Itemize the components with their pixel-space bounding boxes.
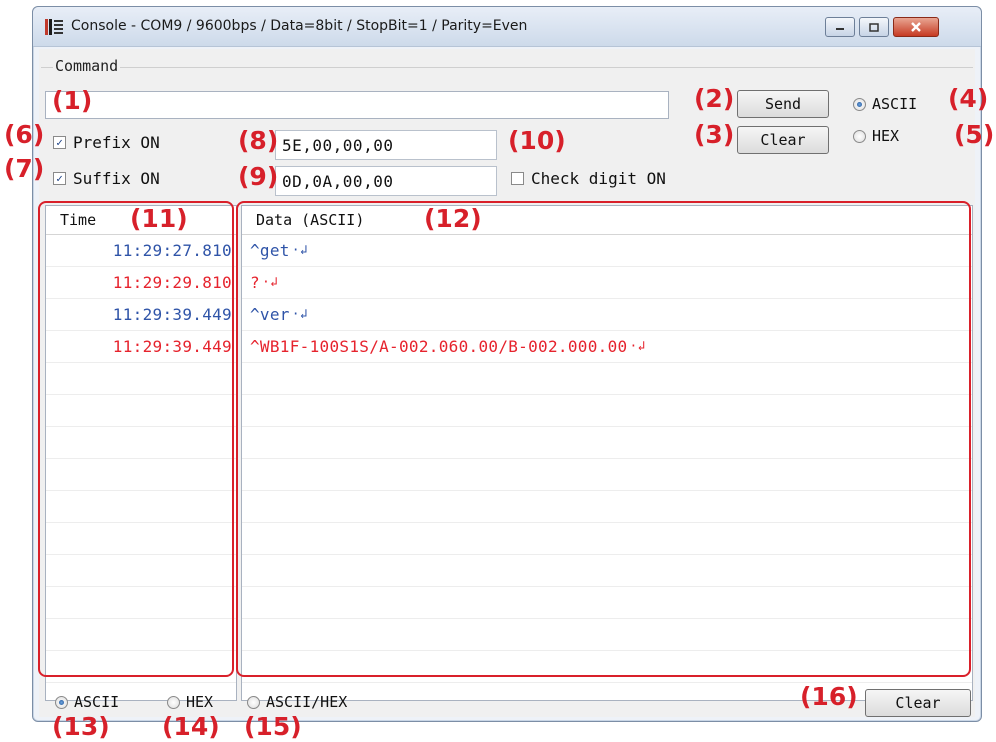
display-mode-ascii-hex-label: ASCII/HEX	[266, 693, 348, 711]
radio-unselected-icon	[247, 695, 260, 709]
annotation-4: (4)	[948, 84, 989, 113]
annotation-1: (1)	[52, 86, 93, 115]
check-digit-checkbox[interactable]: Check digit ON	[511, 169, 666, 188]
checkbox-checked-icon: ✓	[53, 172, 66, 185]
command-mode-ascii-radio[interactable]: ASCII	[853, 95, 917, 113]
display-mode-ascii-radio[interactable]: ASCII	[55, 693, 119, 711]
command-group-border	[41, 67, 973, 68]
suffix-checkbox[interactable]: ✓ Suffix ON	[53, 169, 160, 188]
maximize-icon	[869, 22, 879, 32]
display-mode-hex-label: HEX	[186, 693, 214, 711]
annotation-13: (13)	[52, 712, 110, 741]
annotation-3: (3)	[694, 120, 735, 149]
close-icon	[911, 22, 921, 32]
data-list-highlight	[236, 201, 971, 677]
annotation-16: (16)	[800, 682, 858, 711]
prefix-checkbox[interactable]: ✓ Prefix ON	[53, 133, 160, 152]
command-clear-button[interactable]: Clear	[737, 126, 829, 154]
command-group-label: Command	[53, 57, 121, 75]
annotation-6: (6)	[4, 120, 45, 149]
annotation-14: (14)	[162, 712, 220, 741]
display-mode-hex-radio[interactable]: HEX	[167, 693, 213, 711]
close-button[interactable]	[893, 17, 939, 37]
radio-selected-icon	[55, 695, 68, 709]
annotation-8: (8)	[238, 126, 279, 155]
command-input[interactable]	[45, 91, 669, 119]
annotation-2: (2)	[694, 84, 735, 113]
display-mode-ascii-label: ASCII	[74, 693, 120, 711]
maximize-button[interactable]	[859, 17, 889, 37]
command-mode-hex-label: HEX	[872, 127, 900, 145]
check-digit-label: Check digit ON	[531, 169, 666, 188]
annotation-7: (7)	[4, 154, 45, 183]
send-button[interactable]: Send	[737, 90, 829, 118]
minimize-button[interactable]	[825, 17, 855, 37]
annotation-9: (9)	[238, 162, 279, 191]
title-bar[interactable]: Console - COM9 / 9600bps / Data=8bit / S…	[33, 7, 981, 47]
command-mode-ascii-label: ASCII	[872, 95, 918, 113]
suffix-label: Suffix ON	[73, 169, 160, 188]
annotation-5: (5)	[954, 120, 995, 149]
radio-unselected-icon	[853, 129, 866, 143]
time-list-highlight	[38, 201, 234, 677]
checkbox-unchecked-icon	[511, 172, 524, 185]
checkbox-checked-icon: ✓	[53, 136, 66, 149]
suffix-value-field[interactable]: 0D,0A,00,00	[275, 166, 497, 196]
prefix-value-field[interactable]: 5E,00,00,00	[275, 130, 497, 160]
prefix-label: Prefix ON	[73, 133, 160, 152]
radio-selected-icon	[853, 97, 866, 111]
window-title: Console - COM9 / 9600bps / Data=8bit / S…	[71, 18, 528, 34]
log-clear-button[interactable]: Clear	[865, 689, 971, 717]
radio-unselected-icon	[167, 695, 180, 709]
annotation-12: (12)	[424, 204, 482, 233]
app-icon	[45, 19, 63, 35]
command-mode-hex-radio[interactable]: HEX	[853, 127, 899, 145]
display-mode-ascii-hex-radio[interactable]: ASCII/HEX	[247, 693, 347, 711]
annotation-11: (11)	[130, 204, 188, 233]
annotation-10: (10)	[508, 126, 566, 155]
annotation-15: (15)	[244, 712, 302, 741]
minimize-icon	[836, 28, 844, 30]
